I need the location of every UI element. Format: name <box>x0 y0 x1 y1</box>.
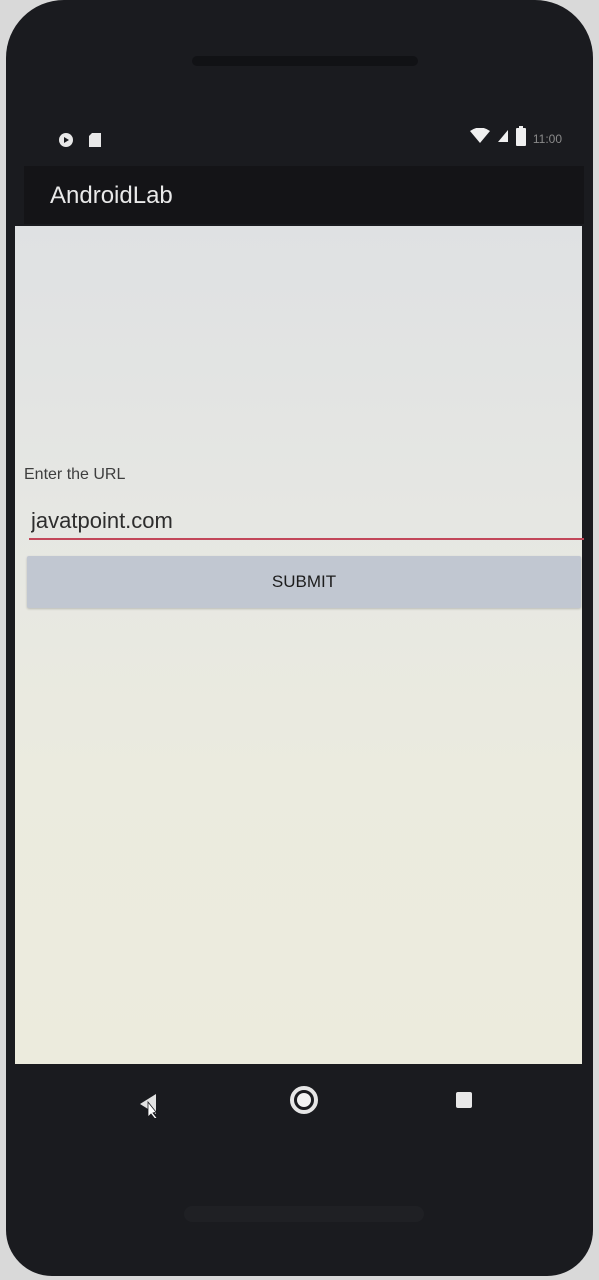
navigation-bar <box>6 1064 593 1144</box>
status-left <box>58 132 102 153</box>
wifi-icon <box>469 127 491 149</box>
notification-icon <box>58 132 74 153</box>
url-label: Enter the URL <box>24 466 126 483</box>
app-content: Enter the URL SUBMIT <box>15 226 584 1064</box>
back-button[interactable] <box>128 1086 168 1126</box>
cellular-icon <box>497 129 509 148</box>
bottom-speaker <box>184 1206 424 1222</box>
status-bar: 11:00 <box>46 124 566 160</box>
home-icon <box>289 1085 319 1120</box>
status-right: 11:00 <box>469 126 562 151</box>
top-speaker <box>192 56 418 66</box>
app-title: AndroidLab <box>50 182 173 209</box>
app-bar: AndroidLab <box>24 166 584 224</box>
phone-frame: 11:00 AndroidLab Enter the URL SUBMIT <box>6 0 593 1276</box>
recents-button[interactable] <box>444 1082 484 1122</box>
battery-icon <box>515 126 527 151</box>
status-time: 11:00 <box>532 131 562 146</box>
url-input[interactable] <box>29 504 584 540</box>
recents-icon <box>454 1090 474 1115</box>
back-icon <box>134 1090 162 1123</box>
home-button[interactable] <box>282 1080 326 1124</box>
submit-button[interactable]: SUBMIT <box>27 556 581 608</box>
sd-card-icon <box>88 132 102 153</box>
